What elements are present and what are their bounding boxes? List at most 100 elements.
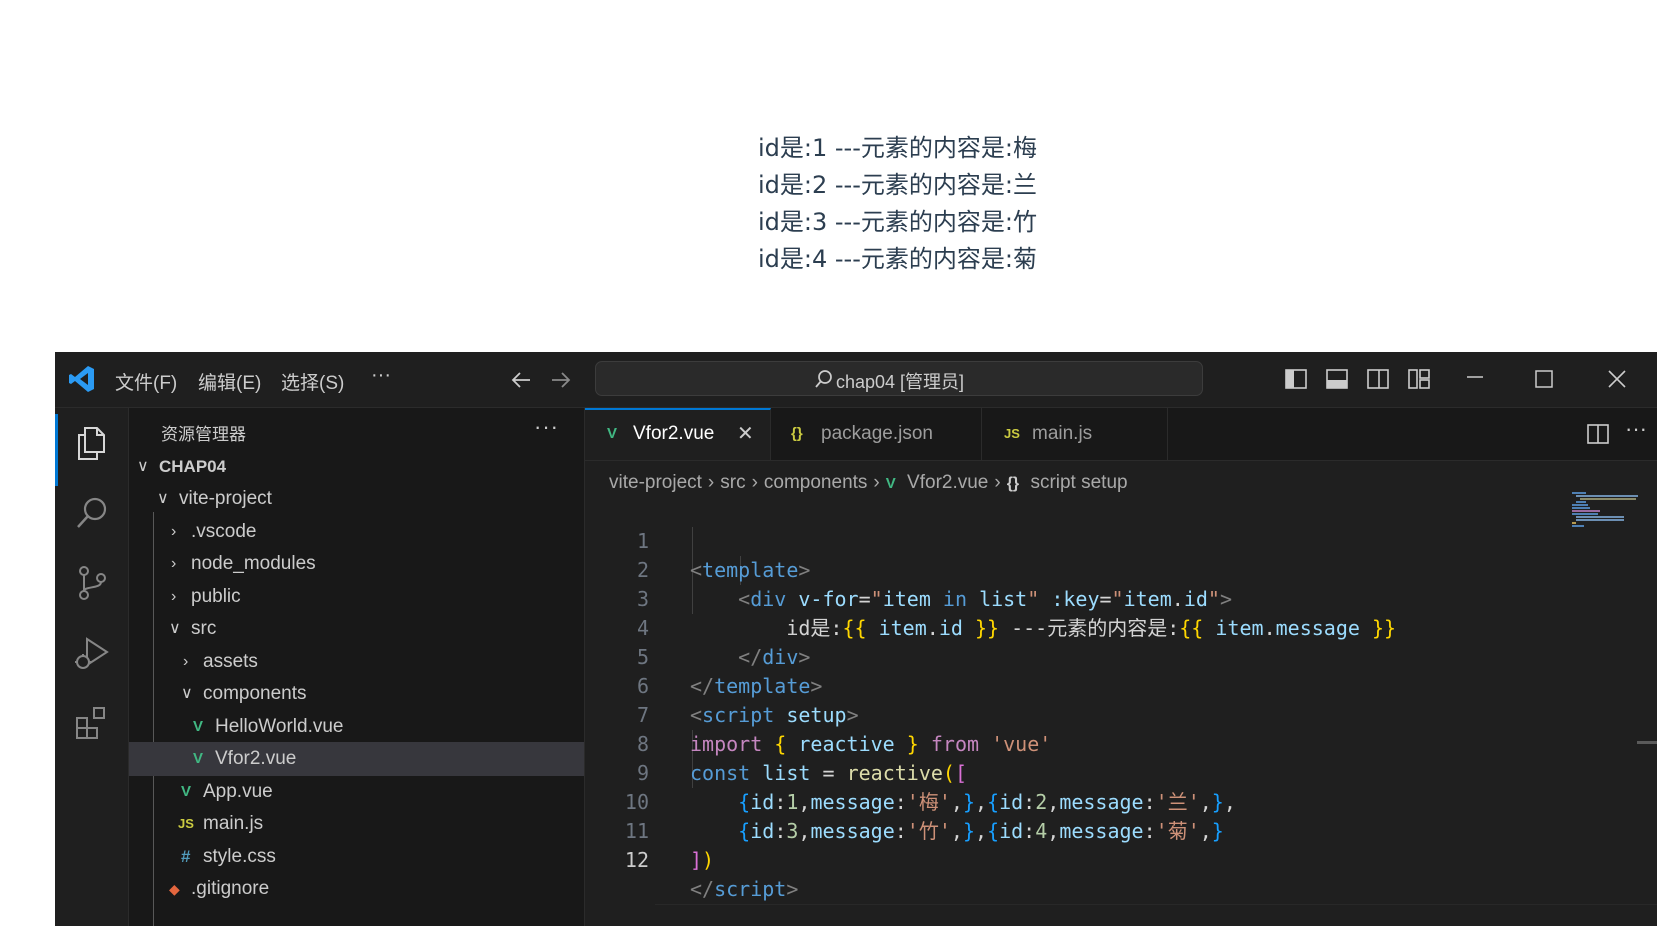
explorer-more-icon[interactable]: ···	[534, 414, 559, 440]
editor-area: V Vfor2.vue ✕ {} package.json JS main.js…	[585, 408, 1657, 926]
tree-folder-vscode[interactable]: › .vscode	[129, 515, 584, 549]
explorer-sidebar: 资源管理器 ··· ∨ CHAP04 ∨ vite-project › .vsc…	[129, 408, 585, 926]
extensions-icon[interactable]	[73, 704, 111, 742]
breadcrumb-item[interactable]: script setup	[1030, 472, 1127, 493]
tree-item-label: CHAP04	[159, 457, 227, 476]
tree-folder-node-modules[interactable]: › node_modules	[129, 547, 584, 581]
chevron-right-icon: ›	[171, 523, 177, 540]
explorer-icon[interactable]	[73, 424, 111, 462]
git-file-icon: ◆	[169, 881, 180, 897]
tree-folder-vite-project[interactable]: ∨ vite-project	[129, 482, 584, 516]
minimap-line	[1576, 501, 1586, 503]
editor-tabs: V Vfor2.vue ✕ {} package.json JS main.js…	[585, 408, 1657, 461]
tree-item-label: style.css	[203, 846, 276, 867]
code-line: 6 <script setup>	[585, 643, 1657, 727]
output-line: id是:3 ---元素的内容是:竹	[758, 208, 1037, 236]
minimap-line	[1572, 492, 1586, 494]
minimap[interactable]	[1570, 492, 1650, 532]
back-arrow-icon[interactable]	[510, 370, 532, 390]
minimap-line	[1572, 510, 1600, 512]
chevron-right-icon: ›	[171, 588, 177, 605]
overview-ruler-marker	[1637, 741, 1657, 744]
tree-item-label: .vscode	[191, 521, 257, 542]
tree-file-style-css[interactable]: # style.css	[129, 840, 584, 874]
chevron-right-icon: ›	[183, 653, 189, 670]
tree-file-app-vue[interactable]: V App.vue	[129, 775, 584, 809]
rendered-output: id是:1 ---元素的内容是:梅 id是:2 ---元素的内容是:兰 id是:…	[758, 130, 1037, 278]
breadcrumb-item[interactable]: components	[764, 472, 868, 493]
minimap-line	[1572, 513, 1598, 515]
tree-item-label: assets	[203, 651, 258, 672]
vue-file-icon: V	[607, 425, 618, 442]
command-center-search[interactable]: chap04 [管理员]	[595, 361, 1203, 396]
editor-more-icon[interactable]: ···	[1625, 416, 1647, 442]
toggle-panel-icon[interactable]	[1325, 368, 1349, 390]
output-line: id是:1 ---元素的内容是:梅	[758, 134, 1037, 162]
code-line: 11 ])	[585, 788, 1657, 872]
chevron-down-icon: ∨	[157, 490, 169, 507]
chevron-right-icon: ›	[994, 472, 1001, 493]
code-line: 3 id是:{{ item.id }} ---元素的内容是:{{ item.me…	[585, 556, 1657, 640]
code-line: 7 import { reactive } from 'vue'	[585, 672, 1657, 756]
toggle-secondary-sidebar-icon[interactable]	[1366, 368, 1390, 390]
title-bar: 文件(F) 编辑(E) 选择(S) ··· chap04 [管理员]	[55, 352, 1657, 408]
tab-main-js[interactable]: JS main.js	[982, 408, 1168, 460]
search-view-icon[interactable]	[73, 494, 111, 532]
vscode-window: 文件(F) 编辑(E) 选择(S) ··· chap04 [管理员] 资源管理器…	[55, 352, 1657, 926]
tree-folder-chap04[interactable]: ∨ CHAP04	[129, 450, 584, 484]
minimap-line	[1576, 495, 1638, 497]
menu-file[interactable]: 文件(F)	[115, 368, 177, 395]
code-text: </script>	[690, 877, 799, 901]
tree-folder-public[interactable]: › public	[129, 580, 584, 614]
breadcrumb-item[interactable]: vite-project	[609, 472, 702, 493]
tree-file-main-js[interactable]: JS main.js	[129, 807, 584, 841]
tree-item-label: main.js	[203, 813, 264, 834]
menu-more-icon[interactable]: ···	[371, 364, 391, 387]
code-line: 10 {id:3,message:'竹',},{id:4,message:'菊'…	[585, 759, 1657, 843]
source-control-icon[interactable]	[73, 564, 111, 602]
chevron-right-icon: ›	[171, 555, 177, 572]
vscode-logo-icon	[69, 366, 94, 392]
code-line: 9 {id:1,message:'梅',},{id:2,message:'兰',…	[585, 730, 1657, 814]
code-line: 12 </script>	[585, 817, 1657, 901]
chevron-right-icon: ›	[751, 472, 758, 493]
maximize-icon[interactable]	[1535, 370, 1553, 388]
chevron-down-icon: ∨	[181, 685, 193, 702]
minimap-line	[1572, 507, 1590, 509]
menu-selection[interactable]: 选择(S)	[281, 368, 344, 395]
menu-edit[interactable]: 编辑(E)	[198, 368, 261, 395]
tab-package-json[interactable]: {} package.json	[771, 408, 982, 460]
tree-file-vfor2-vue[interactable]: V Vfor2.vue	[129, 742, 584, 776]
chevron-right-icon: ›	[873, 472, 880, 493]
chevron-down-icon: ∨	[169, 620, 181, 637]
run-debug-icon[interactable]	[73, 634, 111, 672]
close-icon[interactable]: ✕	[737, 410, 754, 458]
tree-item-label: node_modules	[191, 553, 316, 574]
tree-folder-src[interactable]: ∨ src	[129, 612, 584, 646]
minimize-icon[interactable]	[1465, 372, 1485, 382]
tab-label: Vfor2.vue	[633, 423, 715, 444]
explorer-title: 资源管理器	[161, 425, 246, 444]
chevron-down-icon: ∨	[137, 458, 149, 475]
tab-label: main.js	[1032, 423, 1093, 444]
tree-item-label: .gitignore	[191, 878, 270, 899]
close-window-icon[interactable]	[1607, 369, 1627, 389]
customize-layout-icon[interactable]	[1407, 368, 1431, 390]
breadcrumb-item[interactable]: src	[720, 472, 745, 493]
code-line: 4 </div>	[585, 585, 1657, 669]
forward-arrow-icon[interactable]	[550, 370, 572, 390]
toggle-primary-sidebar-icon[interactable]	[1284, 368, 1308, 390]
tree-item-label: components	[203, 683, 307, 704]
tab-vfor2-vue[interactable]: V Vfor2.vue ✕	[585, 408, 771, 460]
tree-folder-assets[interactable]: › assets	[129, 645, 584, 679]
minimap-line	[1572, 522, 1576, 524]
tree-file-helloworld-vue[interactable]: V HelloWorld.vue	[129, 710, 584, 744]
split-editor-icon[interactable]	[1587, 424, 1609, 444]
tree-item-label: Vfor2.vue	[215, 748, 297, 769]
line-number: 12	[624, 848, 649, 872]
tree-folder-components[interactable]: ∨ components	[129, 677, 584, 711]
tree-file-gitignore[interactable]: ◆ .gitignore	[129, 872, 584, 906]
breadcrumb-item[interactable]: Vfor2.vue	[907, 472, 988, 493]
active-view-indicator	[55, 414, 58, 486]
output-line: id是:2 ---元素的内容是:兰	[758, 171, 1037, 199]
